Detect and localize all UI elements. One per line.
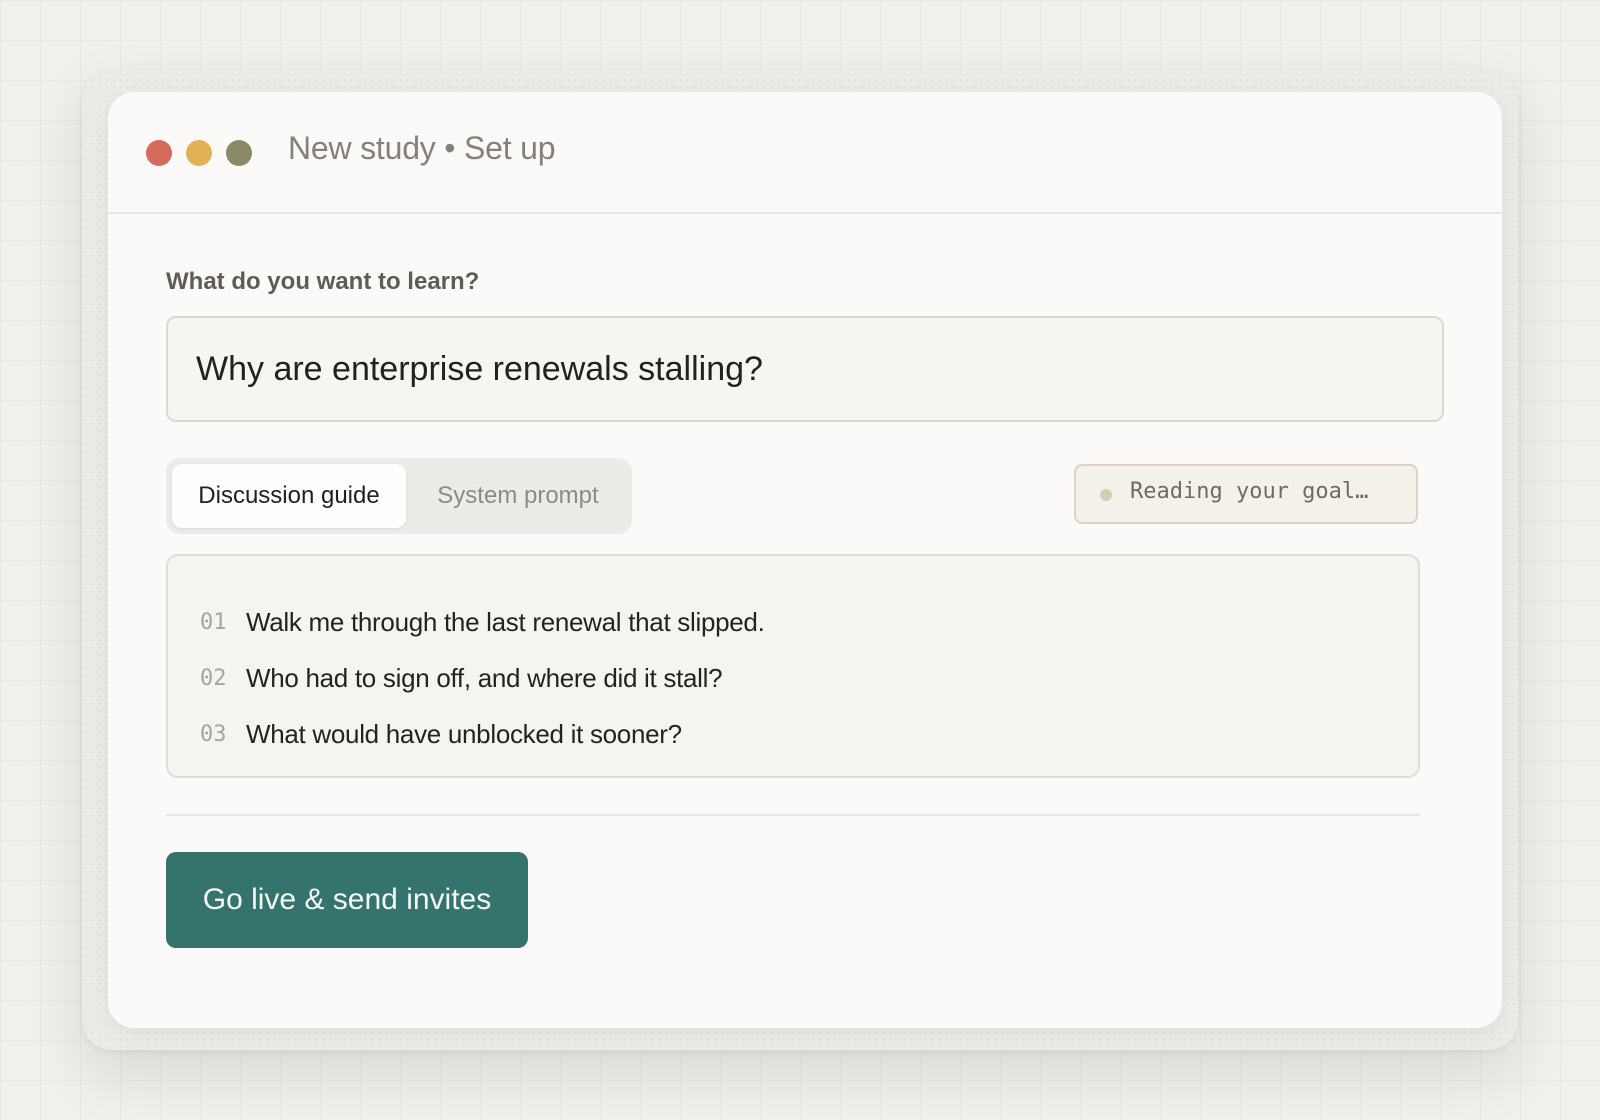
question-text: What would have unblocked it sooner? (246, 718, 682, 749)
list-item: 02 Who had to sign off, and where did it… (200, 650, 1386, 706)
status-text: Reading your goal… (1130, 479, 1369, 504)
tab-system-prompt[interactable]: System prompt (410, 464, 626, 528)
goal-input[interactable] (166, 316, 1444, 422)
list-item: 03 What would have unblocked it sooner? (200, 706, 1386, 762)
question-text: Who had to sign off, and where did it st… (246, 662, 723, 693)
status-dot-icon (1100, 489, 1112, 501)
minimize-window-button[interactable] (186, 140, 212, 166)
go-live-button[interactable]: Go live & send invites (166, 852, 528, 948)
window-title: New study • Set up (288, 130, 556, 166)
question-number: 02 (200, 665, 227, 691)
goal-field-label: What do you want to learn? (166, 268, 480, 295)
status-badge: Reading your goal… (1074, 464, 1418, 524)
question-number: 03 (200, 721, 227, 747)
title-bar: New study • Set up (108, 92, 1502, 214)
list-item: 01 Walk me through the last renewal that… (200, 594, 1386, 650)
question-text: Walk me through the last renewal that sl… (246, 606, 765, 637)
discussion-guide-list: 01 Walk me through the last renewal that… (166, 554, 1420, 778)
close-window-button[interactable] (146, 140, 172, 166)
app-window: New study • Set up What do you want to l… (108, 92, 1502, 1028)
tab-discussion-guide[interactable]: Discussion guide (172, 464, 406, 528)
maximize-window-button[interactable] (226, 140, 252, 166)
question-number: 01 (200, 609, 227, 635)
view-tabs: Discussion guide System prompt (166, 458, 632, 534)
divider (166, 814, 1420, 816)
